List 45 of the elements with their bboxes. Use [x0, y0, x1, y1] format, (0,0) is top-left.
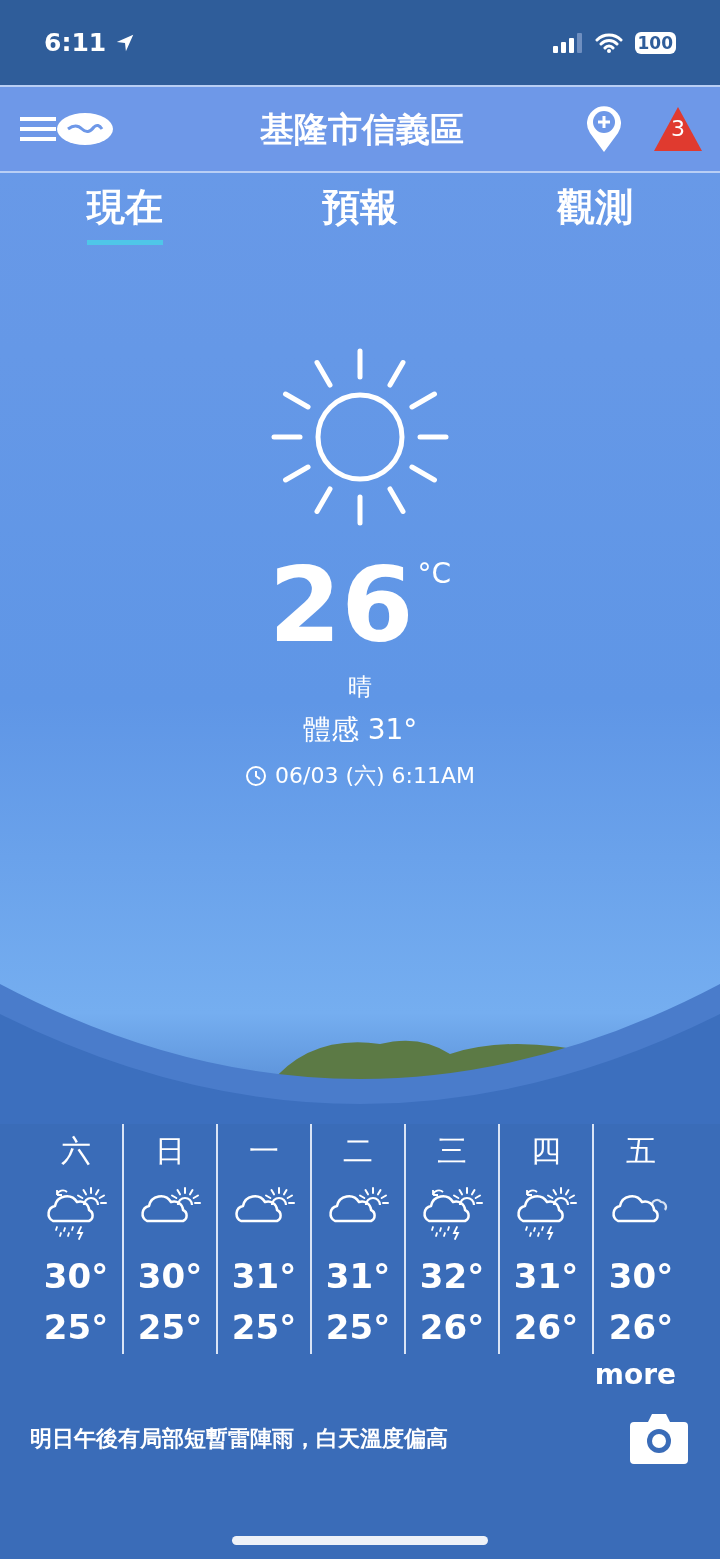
low-temperature: 25° [231, 1306, 297, 1349]
high-temperature: 31° [513, 1255, 579, 1298]
weekday-label: 四 [531, 1132, 561, 1170]
battery-indicator: 100 [634, 31, 676, 54]
low-temperature: 26° [608, 1306, 674, 1349]
menu-logo-icon [18, 111, 114, 147]
low-temperature: 25° [137, 1306, 203, 1349]
tab[interactable]: 現在 [87, 179, 164, 245]
feels-like: 體感 31° [302, 712, 418, 748]
high-temperature: 31° [231, 1255, 297, 1298]
clock-icon [245, 764, 267, 787]
low-temperature: 25° [325, 1306, 391, 1349]
high-temperature: 31° [325, 1255, 391, 1298]
high-temperature: 30° [43, 1255, 109, 1298]
weekday-label: 一 [249, 1132, 279, 1170]
weekday-label: 六 [61, 1132, 91, 1170]
add-location-button[interactable] [586, 105, 622, 153]
tab[interactable]: 觀測 [556, 179, 633, 245]
temperature-unit: °C [417, 556, 452, 592]
alert-button[interactable]: 3 [654, 107, 702, 151]
weather-condition: 晴 [348, 672, 372, 703]
tab[interactable]: 預報 [322, 179, 398, 245]
forecast-summary: 明日午後有局部短暫雷陣雨，白天溫度偏高 [30, 1424, 449, 1453]
signal-icon [552, 32, 583, 53]
sun-icon [270, 347, 450, 527]
camera-icon [630, 1412, 688, 1464]
high-temperature: 30° [608, 1255, 674, 1298]
location-title: 基隆市信義區 [259, 107, 465, 151]
updated-time: 06/03 (六) 6:11AM [275, 762, 475, 790]
high-temperature: 32° [419, 1255, 485, 1298]
map-pin-plus-icon [586, 105, 622, 153]
weekday-label: 三 [437, 1132, 467, 1170]
menu-button[interactable] [18, 111, 114, 147]
weekday-label: 二 [343, 1132, 373, 1170]
wifi-icon [594, 32, 623, 53]
weekday-label: 五 [626, 1132, 656, 1170]
high-temperature: 30° [137, 1255, 203, 1298]
temperature: 26 [268, 553, 414, 657]
weekday-label: 日 [155, 1132, 185, 1170]
status-time: 6:11 [44, 26, 107, 59]
low-temperature: 26° [513, 1306, 579, 1349]
low-temperature: 26° [419, 1306, 485, 1349]
low-temperature: 25° [43, 1306, 109, 1349]
more-link[interactable]: more [594, 1354, 676, 1396]
camera-button[interactable] [630, 1412, 688, 1464]
